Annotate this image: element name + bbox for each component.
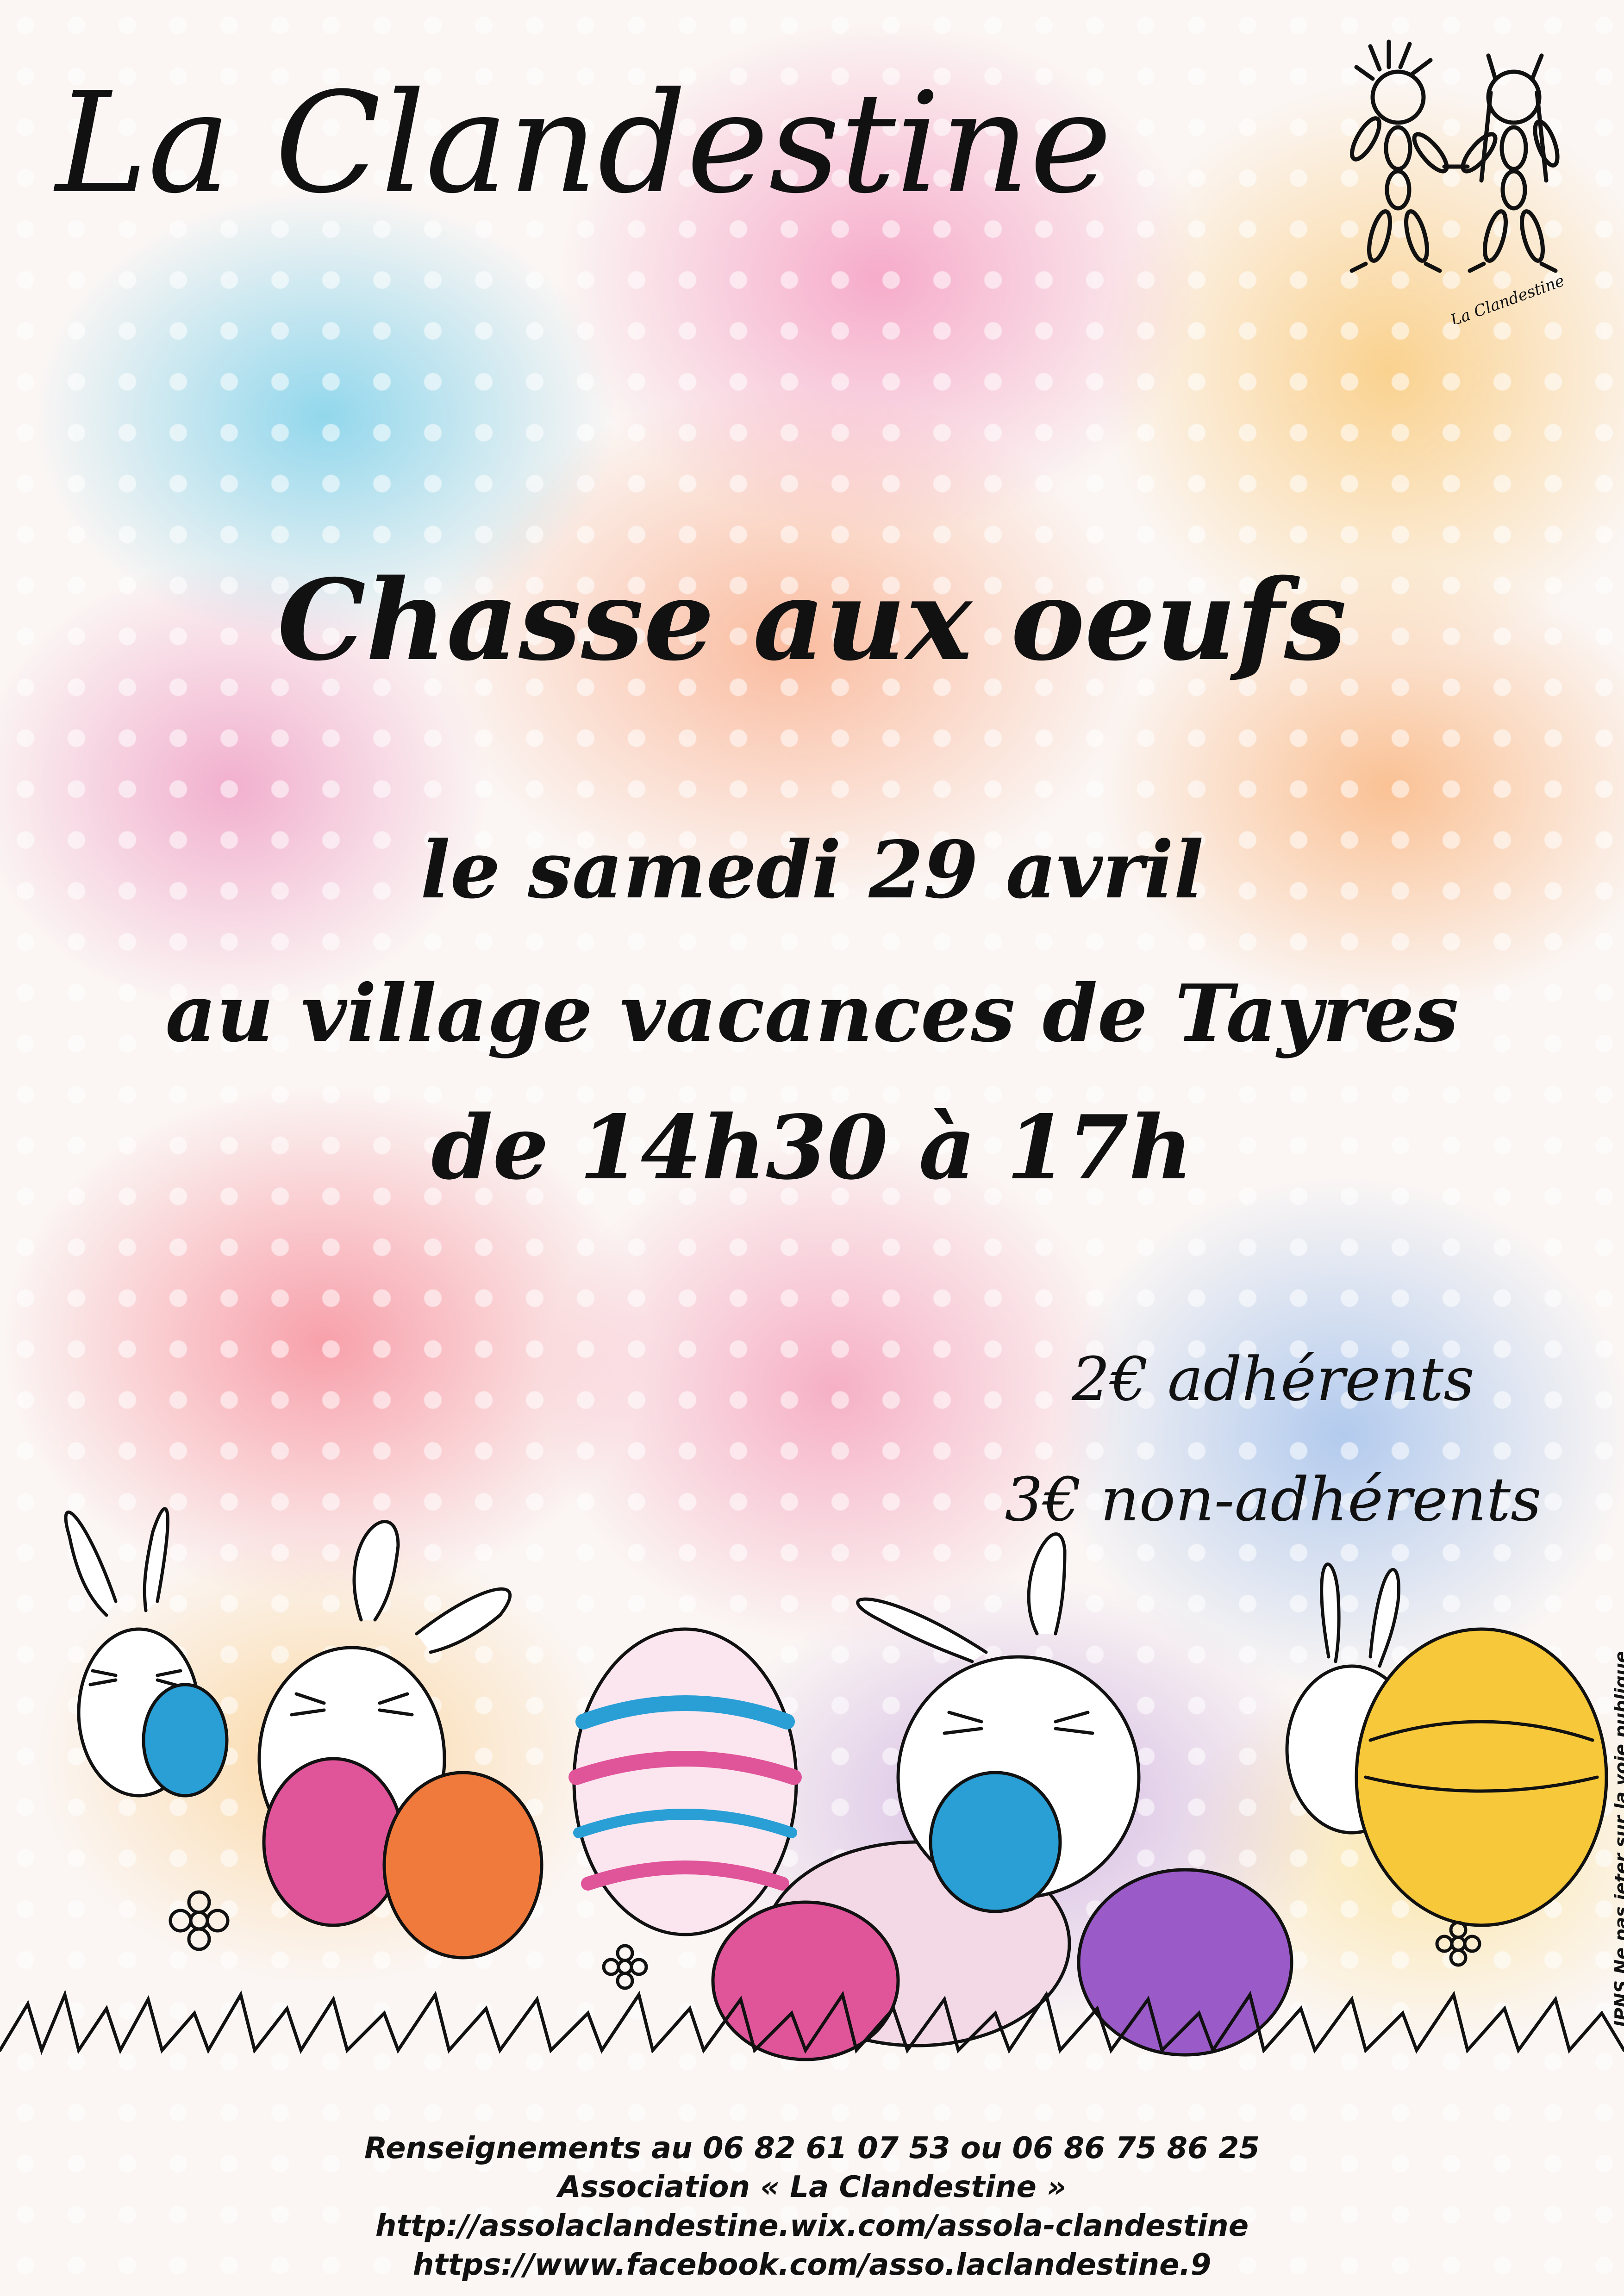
easter-egg-icon xyxy=(1355,1627,1608,1927)
poster: La Clandestine La Clandestine Chasse aux… xyxy=(0,0,1624,2296)
event-title: Chasse aux oeufs xyxy=(277,555,1347,685)
event-location: au village vacances de Tayres xyxy=(165,967,1459,1060)
event-time: de 14h30 à 17h xyxy=(431,1096,1193,1199)
easter-egg-icon xyxy=(568,1627,802,1936)
stick-figures-logo-icon: La Clandestine xyxy=(1349,39,1567,324)
side-note: IPNS Ne pas jeter sur la voie publique xyxy=(1611,1651,1624,2027)
footer: Renseignements au 06 82 61 07 53 ou 06 8… xyxy=(0,2129,1624,2284)
facebook-link[interactable]: https://www.facebook.com/asso.laclandest… xyxy=(0,2246,1624,2284)
event-date: le samedi 29 avril xyxy=(420,824,1204,916)
easter-egg-icon xyxy=(142,1683,229,1798)
flower-icon xyxy=(169,1890,230,1951)
easter-egg-icon xyxy=(929,1771,1062,1913)
association-line: Association « La Clandestine » xyxy=(558,2170,1066,2204)
contact-phone-line: Renseignements au 06 82 61 07 53 ou 06 8… xyxy=(364,2131,1260,2165)
flower-icon xyxy=(602,1944,648,1990)
website-link[interactable]: http://assolaclandestine.wix.com/assola-… xyxy=(0,2207,1624,2246)
flower-icon xyxy=(1435,1921,1481,1967)
bunnies-and-eggs-illustration xyxy=(0,1507,1624,2061)
logo-signature: La Clandestine xyxy=(1448,272,1567,324)
organization-title: La Clandestine xyxy=(56,62,1112,224)
easter-egg-icon xyxy=(262,1757,405,1927)
easter-egg-icon xyxy=(382,1771,543,1960)
price-members: 2€ adhérents xyxy=(1072,1344,1474,1414)
